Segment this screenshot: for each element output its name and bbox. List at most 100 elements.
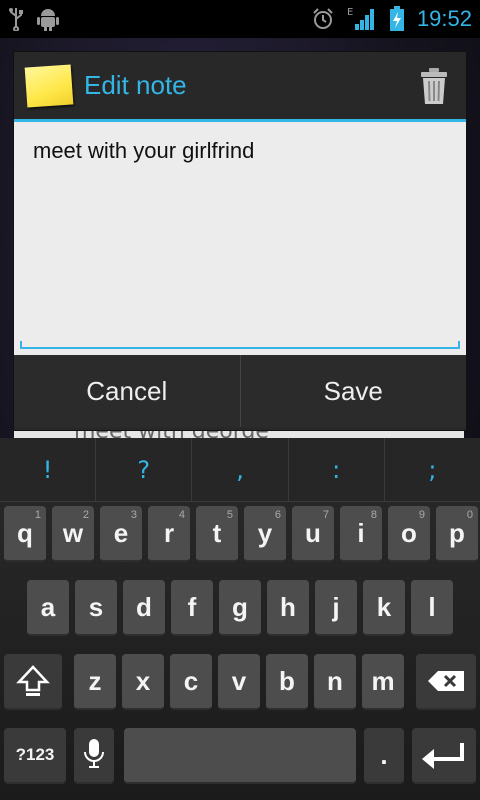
key-label: v [231, 665, 247, 696]
enter-key[interactable] [412, 728, 476, 784]
symbols-key[interactable]: ?123 [4, 728, 66, 784]
keyboard-row-2: asd f g h j k l [0, 580, 480, 640]
key-e[interactable]: e3 [100, 506, 142, 562]
key-label: i [357, 517, 365, 548]
voice-input-key[interactable] [74, 728, 114, 784]
note-text-value: meet with your girlfrind [33, 138, 255, 163]
key-o[interactable]: o9 [388, 506, 430, 562]
key-label: l [428, 591, 436, 622]
period-key[interactable]: . [364, 728, 404, 784]
sticky-note-icon [24, 63, 74, 108]
key-alt-label: 2 [82, 509, 89, 521]
key-q[interactable]: q1 [4, 506, 46, 562]
key-l[interactable]: l [411, 580, 453, 636]
shift-icon [16, 665, 50, 696]
key-label: x [135, 665, 151, 696]
alarm-icon [311, 7, 335, 31]
key-h[interactable]: h [267, 580, 309, 636]
signal-icon: E [347, 6, 377, 32]
key-label: o [401, 517, 417, 548]
key-label: d [136, 591, 152, 622]
key-a[interactable]: a [27, 580, 69, 636]
key-label: b [279, 665, 295, 696]
status-bar: E 19:52 [0, 0, 480, 38]
key-label: a [40, 591, 56, 622]
key-c[interactable]: c [170, 654, 212, 710]
key-label: r [163, 517, 175, 548]
key-i[interactable]: i8 [340, 506, 382, 562]
key-k[interactable]: k [363, 580, 405, 636]
suggestion-strip: ! ? , : ; [0, 438, 480, 502]
key-label: p [449, 517, 465, 548]
trash-icon [421, 67, 447, 104]
key-alt-label: 1 [34, 509, 41, 521]
key-z[interactable]: z [74, 654, 116, 710]
key-label: u [305, 517, 321, 548]
dialog-title: Edit note [84, 70, 187, 100]
suggestion-item[interactable]: ? [95, 438, 191, 501]
delete-button[interactable] [414, 62, 454, 110]
key-t[interactable]: t5 [196, 506, 238, 562]
key-p[interactable]: p0 [436, 506, 478, 562]
space-key[interactable] [124, 728, 356, 784]
key-b[interactable]: b [266, 654, 308, 710]
android-debug-icon [36, 6, 60, 32]
save-button[interactable]: Save [239, 355, 467, 427]
key-u[interactable]: u7 [292, 506, 334, 562]
key-alt-label: 0 [466, 509, 473, 521]
key-alt-label: 9 [418, 509, 425, 521]
key-alt-label: 6 [274, 509, 281, 521]
key-s[interactable]: s [75, 580, 117, 636]
cancel-button[interactable]: Cancel [14, 355, 240, 427]
keyboard-row-4: ?123 . [0, 728, 480, 788]
key-label: h [280, 591, 296, 622]
battery-charging-icon [389, 6, 405, 32]
key-label: w [62, 517, 84, 548]
key-n[interactable]: n [314, 654, 356, 710]
key-alt-label: 8 [370, 509, 377, 521]
key-y[interactable]: y6 [244, 506, 286, 562]
shift-key[interactable] [4, 654, 62, 710]
suggestion-item[interactable]: ; [383, 438, 480, 501]
text-field-underline [20, 341, 460, 349]
key-label: g [232, 591, 248, 622]
usb-icon [8, 7, 24, 31]
key-alt-label: 3 [130, 509, 137, 521]
backspace-key[interactable] [416, 654, 476, 710]
key-r[interactable]: r4 [148, 506, 190, 562]
enter-icon [422, 743, 464, 769]
key-f[interactable]: f [171, 580, 213, 636]
suggestion-item[interactable]: , [191, 438, 287, 501]
key-x[interactable]: x [122, 654, 164, 710]
keyboard-row-1: q1w2e3r4t5y6u7i8o9p0 [0, 506, 480, 566]
key-label: j [332, 591, 340, 622]
key-g[interactable]: g [219, 580, 261, 636]
dialog-header: Edit note [14, 52, 466, 122]
key-d[interactable]: d [123, 580, 165, 636]
key-label: m [371, 665, 395, 696]
backspace-icon [428, 671, 464, 691]
screen: E 19:52 meet with george Edit note [0, 0, 480, 800]
key-label: z [88, 665, 102, 696]
key-j[interactable]: j [315, 580, 357, 636]
status-clock: 19:52 [416, 6, 472, 31]
key-label: k [376, 591, 392, 622]
key-label: f [187, 591, 197, 622]
key-v[interactable]: v [218, 654, 260, 710]
key-label: e [113, 517, 129, 548]
key-m[interactable]: m [362, 654, 404, 710]
key-w[interactable]: w2 [52, 506, 94, 562]
key-label: q [17, 517, 33, 548]
edit-note-dialog: Edit note meet with your girlfrind Cance… [14, 52, 466, 430]
key-alt-label: 5 [226, 509, 233, 521]
key-alt-label: 4 [178, 509, 185, 521]
microphone-icon [84, 739, 104, 768]
svg-text:E: E [347, 7, 353, 18]
suggestion-item[interactable]: ! [0, 438, 95, 501]
key-label: t [212, 517, 222, 548]
key-label: c [183, 665, 199, 696]
suggestion-item[interactable]: : [287, 438, 384, 501]
note-text-field[interactable]: meet with your girlfrind [14, 122, 466, 355]
key-label: n [327, 665, 343, 696]
key-alt-label: 7 [322, 509, 329, 521]
